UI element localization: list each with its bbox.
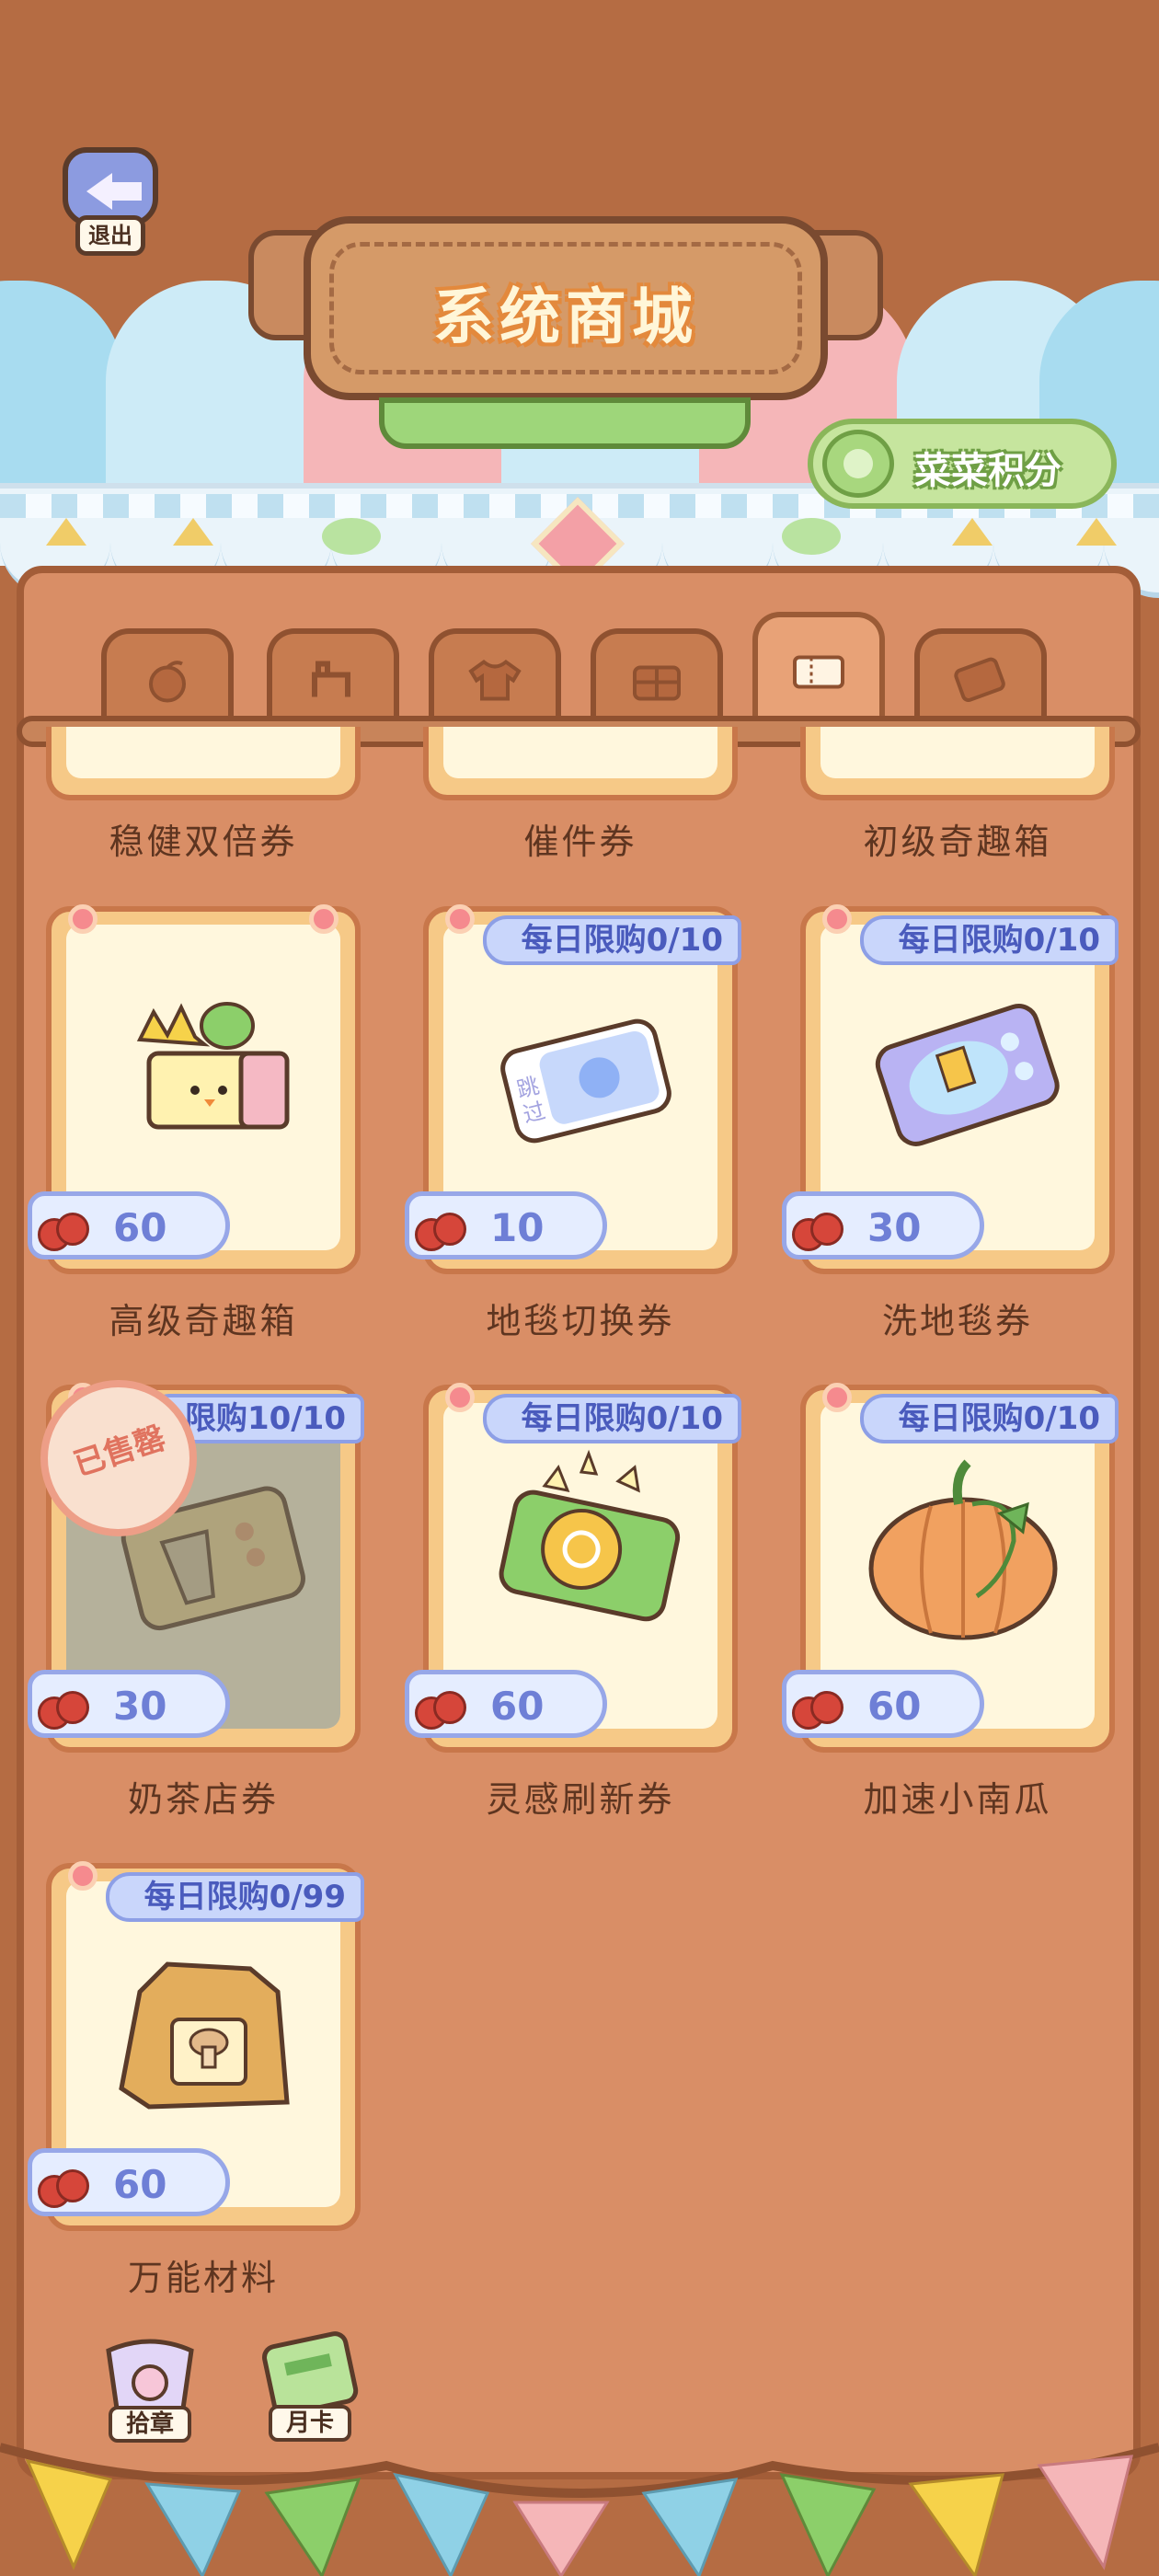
shop-item-card[interactable]: 每日限购0/99 60 [28, 1861, 364, 2231]
points-label: 菜菜积分 [914, 450, 1061, 492]
shop-item-card[interactable]: 跳过 每日限购0/10 10 [405, 904, 741, 1274]
item-name: 高级奇趣箱 [109, 1301, 298, 1341]
cherry-icon [38, 1684, 89, 1730]
purchase-limit-badge: 每日限购0/10 [859, 915, 1119, 965]
price-tag: 60 [782, 1670, 984, 1738]
item-name: 奶茶店券 [127, 1779, 279, 1820]
item-name: 万能材料 [127, 2258, 279, 2298]
fun-box-icon [136, 1002, 290, 1130]
exit-button[interactable]: 退出 [55, 138, 164, 256]
price-tag: 30 [28, 1670, 230, 1738]
bunting-decoration [0, 2429, 1159, 2576]
pumpkin-icon [868, 1459, 1058, 1640]
sign-grass-decoration [379, 397, 751, 449]
month-card-button[interactable]: 月卡 [250, 2326, 370, 2442]
cherry-icon [38, 1205, 89, 1251]
purchase-limit-badge: 每日限购0/99 [105, 1872, 364, 1922]
price-tag: 10 [405, 1191, 607, 1259]
item-name: 催件券 [523, 822, 637, 862]
points-button[interactable]: 菜菜积分 [808, 419, 1117, 509]
shirt-icon [467, 657, 522, 703]
shop-item-card[interactable]: 每日限购0/10 60 [405, 1383, 741, 1753]
price-tag: 60 [28, 2148, 230, 2216]
partial-card[interactable] [800, 727, 1115, 800]
carpet-ticket-icon: 跳过 [500, 1018, 671, 1144]
stamp-button[interactable]: 拾章 [90, 2332, 210, 2443]
purchase-limit-badge: 每日限购0/10 [482, 915, 741, 965]
cherry-icon [415, 1205, 466, 1251]
price-tag: 30 [782, 1191, 984, 1259]
item-name: 加速小南瓜 [863, 1779, 1052, 1820]
tab-card[interactable] [914, 628, 1047, 720]
cherry-icon [38, 2162, 89, 2208]
card-icon [953, 657, 1008, 703]
tab-gift[interactable] [591, 628, 723, 720]
tab-clothes[interactable] [429, 628, 561, 720]
material-bag-icon [119, 1961, 290, 2110]
ticket-icon [791, 649, 846, 695]
shop-item-card[interactable]: 60 [28, 904, 361, 1274]
title-sign: 系统商城 [304, 216, 828, 400]
fruit-icon [140, 657, 195, 703]
item-name: 洗地毯券 [881, 1301, 1033, 1341]
wash-ticket-icon [875, 1004, 1060, 1146]
item-name: 初级奇趣箱 [863, 822, 1052, 862]
purchase-limit-badge: 每日限购0/10 [482, 1394, 741, 1443]
price-tag: 60 [28, 1191, 230, 1259]
tab-fruit[interactable] [101, 628, 234, 720]
tab-tickets[interactable] [752, 612, 885, 720]
month-card-icon [262, 2331, 359, 2417]
partial-card[interactable] [46, 727, 361, 800]
purchase-limit-badge: 每日限购0/10 [859, 1394, 1119, 1443]
cherry-icon [792, 1684, 843, 1730]
tab-animal[interactable] [267, 628, 399, 720]
shop-item-card[interactable]: 每日限购0/10 30 [782, 904, 1119, 1274]
cherry-icon [792, 1205, 843, 1251]
sold-out-stamp: 已售罄 [40, 1380, 197, 1536]
cherry-icon [415, 1684, 466, 1730]
item-name: 地毯切换券 [486, 1301, 675, 1341]
price-tag: 60 [405, 1670, 607, 1738]
item-name: 稳健双倍券 [109, 822, 298, 862]
page-title: 系统商城 [433, 282, 698, 352]
category-tabs [101, 612, 1067, 722]
partial-card[interactable] [423, 727, 738, 800]
shop-item-card[interactable]: 每日限购0/10 60 [782, 1383, 1119, 1753]
exit-label: 退出 [75, 215, 145, 256]
inspiration-ticket-icon [499, 1449, 681, 1622]
gift-icon [629, 657, 684, 703]
animal-icon [305, 657, 361, 703]
cabbage-icon [822, 430, 894, 498]
item-name: 灵感刷新券 [486, 1779, 675, 1820]
